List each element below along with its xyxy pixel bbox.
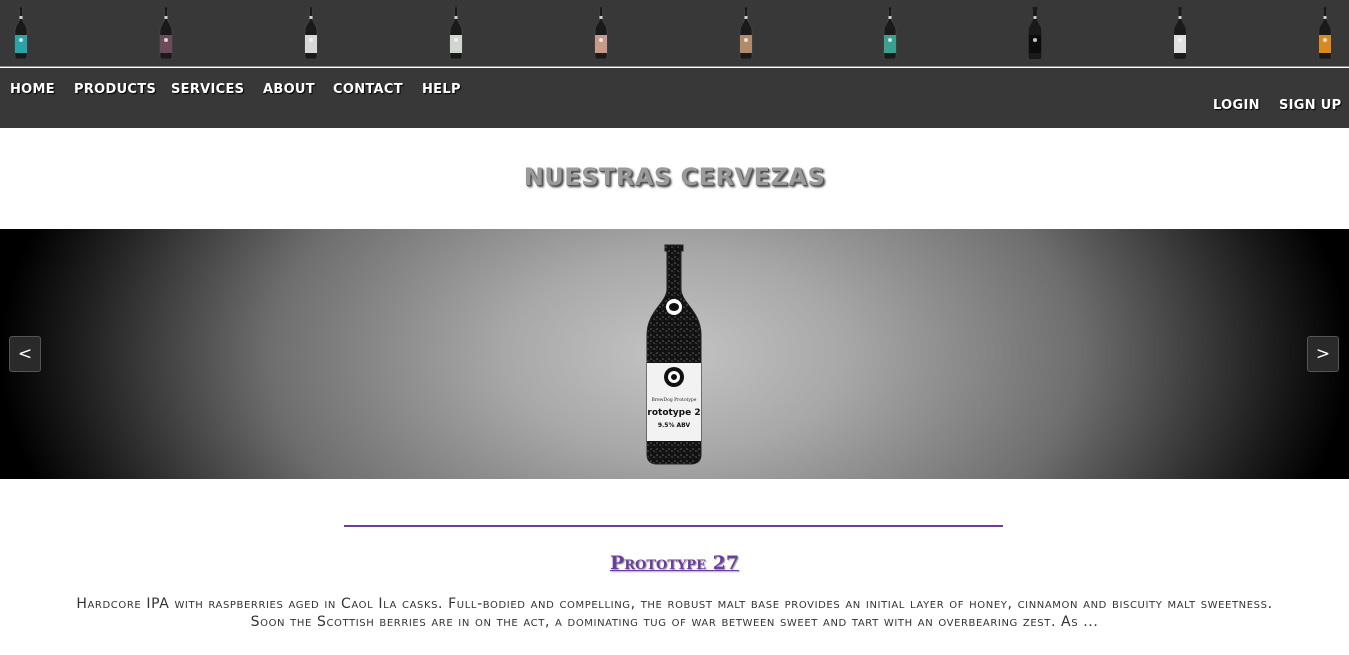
carousel-bottle-image: BrewDog Prototype rototype 2 9.5% ABV (646, 244, 702, 465)
bottle-label-abv: 9.5% ABV (658, 422, 691, 429)
bottle-thumbnail[interactable] (1318, 7, 1332, 59)
section-divider (344, 525, 1003, 527)
nav-contact[interactable]: CONTACT (333, 82, 403, 97)
bottle-thumbnail[interactable] (449, 7, 463, 59)
signup-link[interactable]: SIGN UP (1279, 98, 1341, 113)
bottle-thumbnail[interactable] (1173, 7, 1187, 59)
carousel-prev-button[interactable]: < (9, 336, 41, 372)
nav-about[interactable]: ABOUT (263, 82, 315, 97)
bottle-thumbnail[interactable] (739, 7, 753, 59)
carousel-next-button[interactable]: > (1307, 336, 1339, 372)
bottle-thumbnail[interactable] (159, 7, 173, 59)
bottle-thumbnail[interactable] (1028, 7, 1042, 59)
bottle-thumbnail[interactable] (594, 7, 608, 59)
product-title-link[interactable]: Prototype 27 (0, 552, 1349, 574)
page-title: NUESTRAS CERVEZAS (523, 163, 826, 191)
product-description: Hardcore IPA with raspberries aged in Ca… (76, 596, 1273, 630)
nav-help[interactable]: HELP (422, 82, 461, 97)
bottle-strip (0, 0, 1349, 67)
nav-services[interactable]: SERVICES (171, 82, 244, 97)
bottle-label-name: rototype 2 (647, 408, 700, 418)
beer-carousel: BrewDog Prototype rototype 2 9.5% ABV < … (0, 229, 1349, 479)
login-link[interactable]: LOGIN (1213, 98, 1260, 113)
main-navbar: HOME PRODUCTS SERVICES ABOUT CONTACT HEL… (0, 68, 1349, 128)
bottle-thumbnail[interactable] (883, 7, 897, 59)
bottle-label-brand: BrewDog Prototype (652, 397, 697, 403)
bottle-thumbnail[interactable] (14, 7, 28, 59)
nav-products[interactable]: PRODUCTS (74, 82, 156, 97)
nav-home[interactable]: HOME (10, 82, 55, 97)
bottle-thumbnail[interactable] (304, 7, 318, 59)
